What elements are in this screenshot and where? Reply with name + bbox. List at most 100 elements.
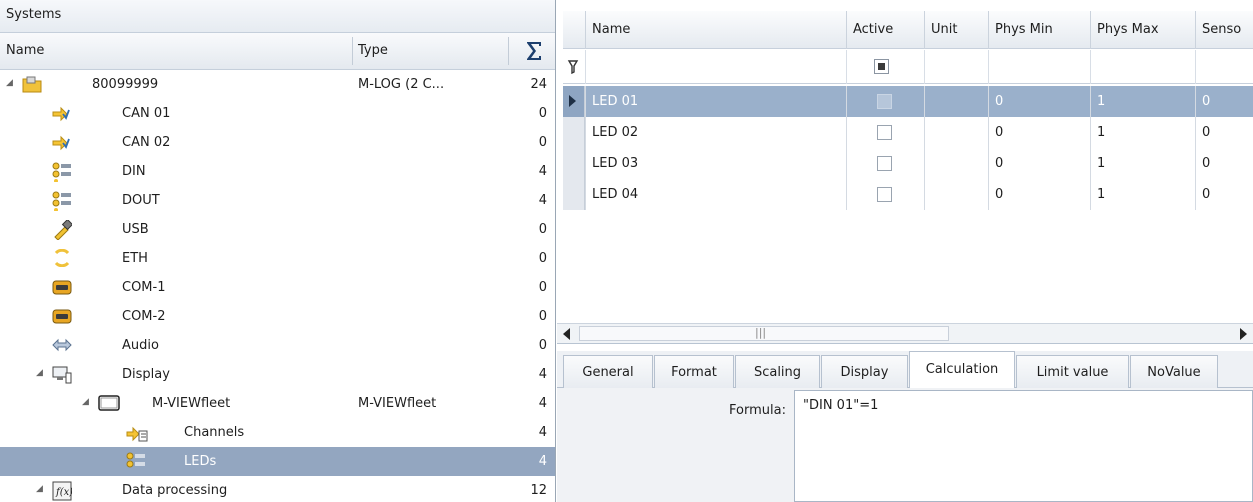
formula-input[interactable]: "DIN 01"=1 — [794, 390, 1253, 502]
tree-item-leds[interactable]: LEDs 4 — [0, 447, 555, 476]
cell-unit[interactable] — [924, 179, 988, 210]
formula-label: Formula: — [729, 403, 786, 418]
scroll-right-icon[interactable] — [1240, 328, 1247, 340]
column-header-phys-min[interactable]: Phys Min — [988, 11, 1090, 49]
column-divider[interactable] — [508, 37, 509, 65]
expand-arrow-icon[interactable]: ◢ — [82, 397, 89, 407]
tree-item-usb[interactable]: USB 0 — [0, 215, 555, 244]
active-checkbox-cell[interactable] — [846, 179, 924, 210]
grid-row[interactable]: LED 03 0 1 0 — [563, 148, 1253, 179]
tree-item-label: M-VIEWfleet — [152, 396, 231, 411]
column-header-active[interactable]: Active — [846, 11, 924, 49]
tree-item-can-02[interactable]: CAN 02 0 — [0, 128, 555, 157]
filter-cell[interactable] — [585, 50, 846, 84]
expand-arrow-icon[interactable]: ◢ — [36, 484, 43, 494]
filter-cell[interactable] — [1090, 50, 1195, 84]
tab-format[interactable]: Format — [654, 355, 734, 388]
column-header-senso[interactable]: Senso — [1195, 11, 1253, 49]
cell-unit[interactable] — [924, 86, 988, 117]
filter-icon[interactable] — [567, 60, 579, 78]
active-checkbox-cell[interactable] — [846, 117, 924, 148]
tree-item-channels[interactable]: Channels 4 — [0, 418, 555, 447]
column-header-phys-max[interactable]: Phys Max — [1090, 11, 1195, 49]
tree-item-dout[interactable]: DOUT 4 — [0, 186, 555, 215]
cell-name[interactable]: LED 04 — [585, 179, 846, 210]
grid-row[interactable]: LED 02 0 1 0 — [563, 117, 1253, 148]
column-divider[interactable] — [352, 37, 353, 65]
details-panel: Name Active Unit Phys Min Phys Max Senso LED … — [557, 0, 1253, 502]
tree-item-audio[interactable]: Audio 0 — [0, 331, 555, 360]
active-checkbox-cell[interactable] — [846, 148, 924, 179]
cell-unit[interactable] — [924, 117, 988, 148]
active-checkbox[interactable] — [877, 156, 892, 171]
tree-item-label: DOUT — [122, 193, 160, 208]
scroll-left-icon[interactable] — [563, 328, 570, 340]
sigma-icon[interactable] — [522, 35, 546, 67]
cell-sensor[interactable]: 0 — [1195, 148, 1253, 179]
grid-row[interactable]: LED 04 0 1 0 — [563, 179, 1253, 210]
filter-cell[interactable] — [1195, 50, 1253, 84]
column-header-unit[interactable]: Unit — [924, 11, 988, 49]
tree-item-label: DIN — [122, 164, 146, 179]
filter-cell[interactable] — [988, 50, 1090, 84]
calculation-panel: Formula: "DIN 01"=1 — [557, 388, 1253, 502]
cell-name[interactable]: LED 02 — [585, 117, 846, 148]
tab-general[interactable]: General — [563, 355, 653, 388]
expand-arrow-icon[interactable]: ◢ — [6, 78, 13, 88]
column-header-name[interactable]: Name — [585, 11, 846, 49]
column-header-name[interactable]: Name — [6, 43, 44, 58]
tree-item-label: CAN 02 — [122, 135, 171, 150]
tree-item-80099999[interactable]: ◢ 80099999 M-LOG (2 C... 24 — [0, 70, 555, 99]
channels-grid: Name Active Unit Phys Min Phys Max Senso LED … — [557, 0, 1253, 344]
active-checkbox[interactable] — [877, 94, 892, 109]
cell-phys-min[interactable]: 0 — [988, 117, 1090, 148]
cell-phys-max[interactable]: 1 — [1090, 148, 1195, 179]
cell-phys-min[interactable]: 0 — [988, 179, 1090, 210]
tab-display[interactable]: Display — [821, 355, 908, 388]
tab-scaling[interactable]: Scaling — [735, 355, 820, 388]
tree-item-data-processing[interactable]: ◢ f(x) Data processing 12 — [0, 476, 555, 502]
active-checkbox-cell[interactable] — [846, 86, 924, 117]
tree-item-com-2[interactable]: COM-2 0 — [0, 302, 555, 331]
cell-phys-min[interactable]: 0 — [988, 148, 1090, 179]
filter-cell[interactable] — [846, 50, 924, 84]
tree-item-eth[interactable]: ETH 0 — [0, 244, 555, 273]
cell-phys-max[interactable]: 1 — [1090, 86, 1195, 117]
cell-unit[interactable] — [924, 148, 988, 179]
filter-cell[interactable] — [924, 50, 988, 84]
grid-filter-row[interactable] — [563, 50, 1253, 84]
cell-name[interactable]: LED 03 — [585, 148, 846, 179]
row-indicator[interactable] — [563, 179, 585, 210]
tree-item-can-01[interactable]: CAN 01 0 — [0, 99, 555, 128]
ethernet-icon — [52, 248, 70, 268]
row-indicator[interactable] — [563, 117, 585, 148]
tree-item-com-1[interactable]: COM-1 0 — [0, 273, 555, 302]
column-header-type[interactable]: Type — [358, 43, 388, 58]
active-checkbox[interactable] — [877, 187, 892, 202]
cell-phys-max[interactable]: 1 — [1090, 117, 1195, 148]
cell-name[interactable]: LED 01 — [585, 86, 846, 117]
tree-item-count: 0 — [538, 222, 547, 237]
row-indicator[interactable] — [563, 148, 585, 179]
serial-port-icon — [52, 307, 72, 325]
folder-device-icon — [22, 75, 42, 93]
horizontal-scrollbar[interactable]: ||| — [557, 323, 1253, 343]
cell-phys-max[interactable]: 1 — [1090, 179, 1195, 210]
tab-calculation[interactable]: Calculation — [909, 351, 1015, 389]
grid-row[interactable]: LED 01 0 1 0 — [563, 86, 1253, 117]
active-checkbox[interactable] — [877, 125, 892, 140]
row-indicator[interactable] — [563, 86, 585, 117]
cell-sensor[interactable]: 0 — [1195, 179, 1253, 210]
cell-sensor[interactable]: 0 — [1195, 86, 1253, 117]
tree-item-m-viewfleet[interactable]: ◢ M-VIEWfleet M-VIEWfleet 4 — [0, 389, 555, 418]
scrollbar-thumb[interactable]: ||| — [579, 326, 949, 341]
tab-limit-value[interactable]: Limit value — [1016, 355, 1129, 388]
tree-item-count: 0 — [538, 135, 547, 150]
cell-sensor[interactable]: 0 — [1195, 117, 1253, 148]
systems-tree[interactable]: ◢ 80099999 M-LOG (2 C... 24 CAN 01 0 CAN 02 0 DI… — [0, 70, 555, 502]
expand-arrow-icon[interactable]: ◢ — [36, 368, 43, 378]
tree-item-display[interactable]: ◢ Display 4 — [0, 360, 555, 389]
cell-phys-min[interactable]: 0 — [988, 86, 1090, 117]
tree-item-din[interactable]: DIN 4 — [0, 157, 555, 186]
tab-novalue[interactable]: NoValue — [1130, 355, 1218, 388]
